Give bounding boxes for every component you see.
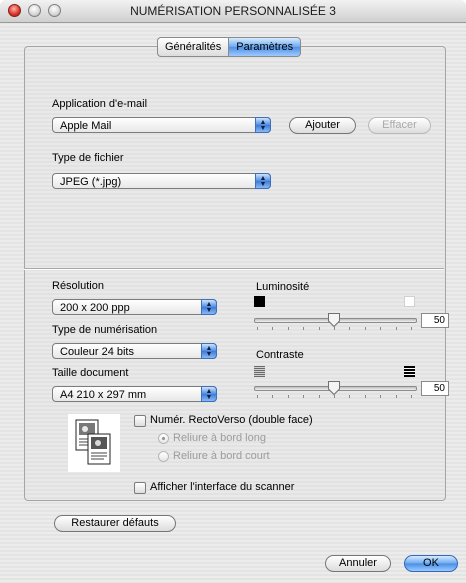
short-edge-label: Reliure à bord court <box>173 450 270 462</box>
scan-type-value: Couleur 24 bits <box>60 346 134 358</box>
tab-generalites[interactable]: Généralités <box>157 37 229 57</box>
tab-parametres[interactable]: Paramètres <box>228 37 302 57</box>
resolution-popup[interactable]: 200 x 200 ppp ▲ ▼ <box>52 299 217 315</box>
doc-size-value: A4 210 x 297 mm <box>60 389 147 401</box>
resolution-value: 200 x 200 ppp <box>60 302 130 314</box>
cancel-button[interactable]: Annuler <box>325 555 391 572</box>
brightness-label: Luminosité <box>256 281 310 293</box>
file-type-popup[interactable]: JPEG (*.jpg) ▲ ▼ <box>52 173 271 189</box>
doc-size-popup[interactable]: A4 210 x 297 mm ▲ ▼ <box>52 386 217 402</box>
email-app-popup[interactable]: Apple Mail ▲ ▼ <box>52 117 271 133</box>
section-divider <box>24 268 444 270</box>
brightness-ticks <box>257 327 412 331</box>
duplex-label: Numér. RectoVerso (double face) <box>150 414 313 426</box>
arrows-icon: ▲ ▼ <box>201 386 217 402</box>
low-contrast-icon <box>254 366 265 377</box>
arrows-icon: ▲ ▼ <box>201 343 217 359</box>
delete-button: Effacer <box>368 117 431 134</box>
file-type-label: Type de fichier <box>52 152 124 164</box>
email-app-value: Apple Mail <box>60 120 112 132</box>
resolution-label: Résolution <box>52 280 104 292</box>
contrast-value-field[interactable]: 50 <box>421 381 449 396</box>
slider-thumb-icon[interactable] <box>327 380 341 396</box>
white-square-icon <box>404 296 415 307</box>
add-button[interactable]: Ajouter <box>289 117 356 134</box>
long-edge-label: Reliure à bord long <box>173 432 266 444</box>
restore-defaults-button[interactable]: Restaurer défauts <box>54 515 176 532</box>
long-edge-radio <box>158 433 169 444</box>
doc-size-label: Taille document <box>52 367 129 379</box>
dark-square-icon <box>254 296 265 307</box>
arrows-icon: ▲ ▼ <box>201 299 217 315</box>
window-title: NUMÉRISATION PERSONNALISÉE 3 <box>130 4 336 18</box>
arrows-icon: ▲ ▼ <box>255 117 271 133</box>
scanner-ui-label: Afficher l'interface du scanner <box>150 481 295 493</box>
dialog-window: NUMÉRISATION PERSONNALISÉE 3 Généralités… <box>0 0 466 583</box>
short-edge-radio <box>158 451 169 462</box>
scan-type-label: Type de numérisation <box>52 324 158 336</box>
scanner-ui-checkbox[interactable] <box>134 482 146 494</box>
high-contrast-icon <box>404 366 415 377</box>
duplex-document-icon <box>68 414 120 472</box>
title-bar: NUMÉRISATION PERSONNALISÉE 3 <box>0 0 466 23</box>
arrows-icon: ▲ ▼ <box>255 173 271 189</box>
file-type-value: JPEG (*.jpg) <box>60 176 122 188</box>
slider-thumb-icon[interactable] <box>327 312 341 328</box>
brightness-value-field[interactable]: 50 <box>421 313 449 328</box>
duplex-checkbox[interactable] <box>134 415 146 427</box>
contrast-label: Contraste <box>256 349 304 361</box>
scan-type-popup[interactable]: Couleur 24 bits ▲ ▼ <box>52 343 217 359</box>
ok-button[interactable]: OK <box>404 555 458 572</box>
contrast-ticks <box>257 395 412 399</box>
tab-bar: Généralités Paramètres <box>157 37 302 57</box>
email-app-label: Application d'e-mail <box>52 98 148 110</box>
